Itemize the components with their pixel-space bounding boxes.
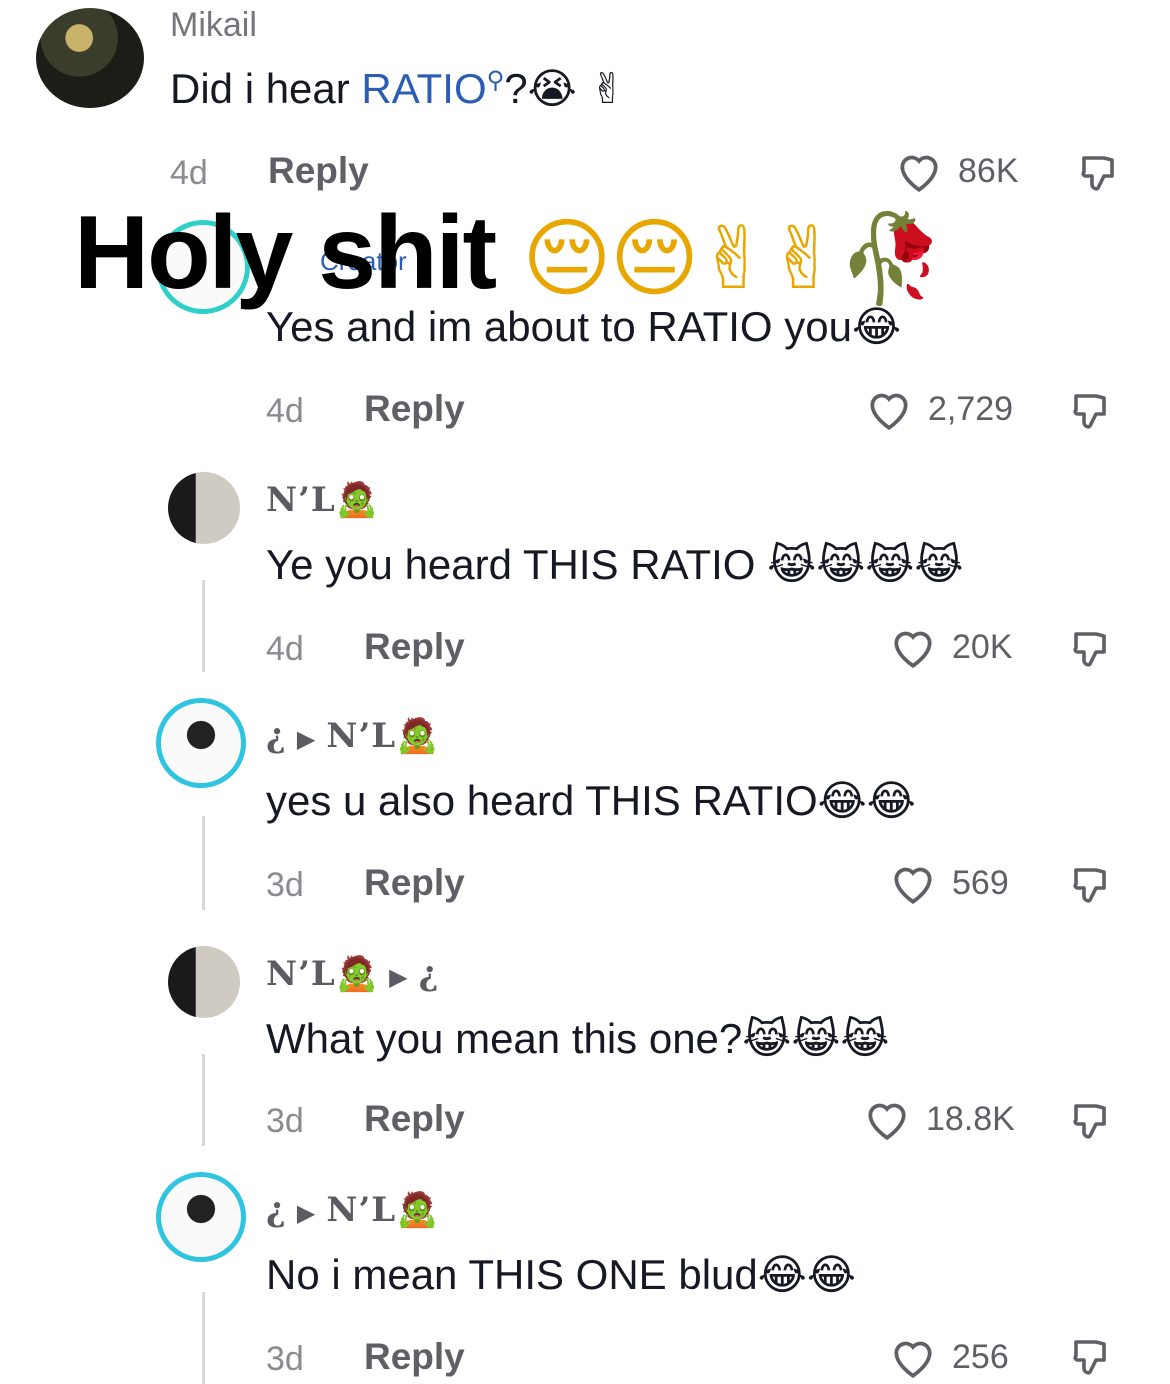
thread-line	[202, 1292, 205, 1384]
comment-text-body: No i mean THIS ONE blud	[266, 1251, 758, 1298]
search-icon[interactable]: ⚲	[487, 67, 505, 94]
username-text: N’L	[266, 954, 336, 994]
comment-text: yes u also heard THIS RATIO😂😂	[266, 776, 916, 825]
comment-age: 4d	[266, 630, 304, 668]
avatar[interactable]	[156, 1172, 246, 1262]
reply-button[interactable]: Reply	[268, 150, 369, 192]
reply-button[interactable]: Reply	[364, 388, 465, 430]
reply-arrow-icon: ▶	[389, 962, 409, 991]
like-button[interactable]: 86K	[894, 148, 1019, 194]
like-button[interactable]: 20K	[888, 624, 1013, 670]
like-button[interactable]: 18.8K	[862, 1096, 1015, 1142]
comment-age: 3d	[266, 1340, 304, 1378]
like-button[interactable]: 2,729	[864, 386, 1013, 432]
comment-username[interactable]: N’L🧟 ▶ ¿	[266, 954, 440, 994]
comment-age: 4d	[170, 154, 208, 192]
comment-text-pre: Did i hear	[170, 65, 362, 112]
comment-text-body: Ye you heard THIS RATIO	[266, 541, 756, 588]
reply-to-emoji: 🧟	[396, 716, 440, 756]
comment-emoji: 😂😂	[817, 776, 916, 825]
dislike-icon[interactable]	[1068, 388, 1116, 436]
thread-line	[202, 1054, 205, 1146]
username-emoji: 🧟	[335, 480, 380, 520]
dislike-icon[interactable]	[1068, 862, 1116, 910]
like-count: 18.8K	[926, 1099, 1015, 1138]
comment-age: 3d	[266, 1102, 304, 1140]
comment-username[interactable]: N’L🧟	[266, 480, 379, 520]
thread-line	[202, 816, 205, 910]
username-text: N’L	[266, 480, 336, 520]
username-emoji: 🧟	[335, 954, 380, 994]
avatar[interactable]	[36, 8, 144, 108]
heart-icon	[888, 860, 938, 906]
reply-arrow-icon: ▶	[296, 1198, 317, 1227]
reply-button[interactable]: Reply	[364, 626, 465, 668]
comment-emoji: 😹😹😹😹	[767, 540, 964, 589]
comment-username[interactable]: Mikail	[170, 6, 257, 45]
dislike-icon[interactable]	[1068, 1098, 1116, 1146]
like-count: 20K	[952, 627, 1013, 666]
comment-emoji: 😭 ✌	[527, 64, 626, 113]
comment-text-post: ?	[504, 65, 528, 112]
username-text: ¿	[266, 716, 287, 756]
comment-text: No i mean THIS ONE blud😂😂	[266, 1250, 856, 1299]
dislike-icon[interactable]	[1068, 626, 1116, 674]
reply-to-name[interactable]: ¿	[419, 954, 440, 994]
comment-age: 3d	[266, 866, 304, 904]
reply-button[interactable]: Reply	[364, 1098, 465, 1140]
like-count: 86K	[958, 151, 1019, 190]
like-button[interactable]: 256	[888, 1334, 1009, 1380]
heart-icon	[894, 148, 944, 194]
reply-to-name[interactable]: N’L	[326, 716, 396, 756]
comment-text-body: yes u also heard THIS RATIO	[266, 777, 818, 824]
reply-to-name[interactable]: N’L	[326, 1190, 396, 1230]
comment-username[interactable]: ¿ ▶ N’L🧟	[266, 1190, 440, 1230]
heart-icon	[888, 624, 938, 670]
username-text: ¿	[266, 1190, 287, 1230]
reply-arrow-icon: ▶	[296, 724, 317, 753]
reply-button[interactable]: Reply	[364, 1336, 465, 1378]
overlay-emoji: 😔😔✌✌🥀	[522, 209, 945, 309]
avatar[interactable]	[168, 472, 240, 544]
reply-button[interactable]: Reply	[364, 862, 465, 904]
overlay-caption: Holy shit 😔😔✌✌🥀	[74, 194, 945, 313]
comment-text: Ye you heard THIS RATIO 😹😹😹😹	[266, 540, 963, 589]
like-button[interactable]: 569	[888, 860, 1009, 906]
heart-icon	[864, 386, 914, 432]
comment-text: Did i hear RATIO⚲?😭 ✌	[170, 64, 625, 113]
comment-text: What you mean this one?😹😹😹	[266, 1014, 890, 1063]
reply-to-emoji: 🧟	[396, 1190, 440, 1230]
dislike-icon[interactable]	[1068, 1334, 1116, 1382]
like-count: 569	[952, 863, 1009, 902]
overlay-text: Holy shit	[74, 195, 497, 311]
like-count: 2,729	[928, 389, 1014, 428]
dislike-icon[interactable]	[1076, 150, 1124, 198]
avatar[interactable]	[168, 946, 240, 1018]
comment-text-body: What you mean this one?	[266, 1015, 743, 1062]
comment-emoji: 😹😹😹	[742, 1014, 890, 1063]
search-link[interactable]: RATIO	[361, 65, 486, 112]
comment-age: 4d	[266, 392, 304, 430]
avatar[interactable]	[156, 698, 246, 788]
comment-emoji: 😂😂	[757, 1250, 856, 1299]
heart-icon	[888, 1334, 938, 1380]
like-count: 256	[952, 1337, 1009, 1376]
heart-icon	[862, 1096, 912, 1142]
comment-username[interactable]: ¿ ▶ N’L🧟	[266, 716, 440, 756]
thread-line	[202, 580, 205, 672]
